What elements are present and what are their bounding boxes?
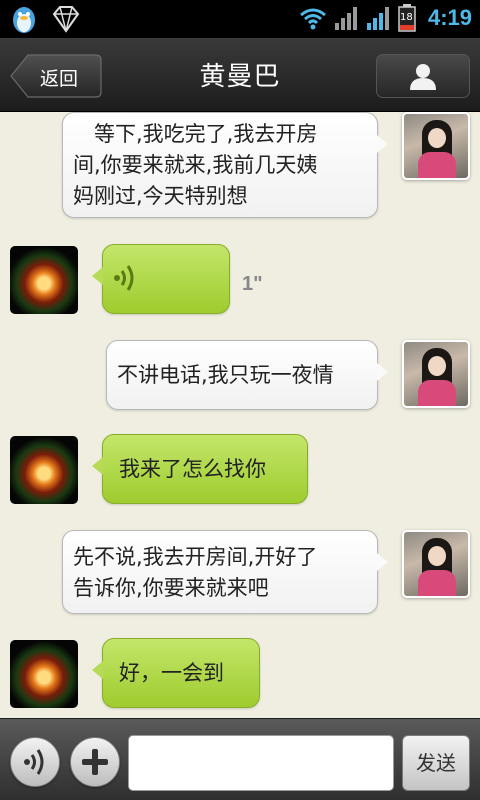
signal-icon (334, 7, 357, 30)
send-button[interactable]: 发送 (402, 735, 470, 791)
wifi-icon (299, 8, 326, 30)
message-bubble[interactable]: 等下,我吃完了,我去开房 间,你要来就来,我前几天姨 妈刚过,今天特别想 (62, 112, 388, 218)
qq-penguin-icon (13, 7, 35, 33)
voice-wave-icon (114, 265, 134, 291)
message-bubble[interactable]: 我来了怎么找你 (92, 434, 308, 504)
message-bubble[interactable]: 好，一会到 (92, 638, 260, 708)
contact-avatar[interactable] (402, 340, 470, 408)
status-bar: 18 4:19 (0, 0, 480, 38)
message-text-line: 妈刚过,今天特别想 (73, 184, 248, 208)
battery-level: 18 (399, 12, 413, 23)
title-bar: 返回 黄曼巴 (0, 38, 480, 112)
diamond-icon (52, 6, 80, 33)
message-text-line: 间,你要来就来,我前几天姨 (73, 153, 318, 177)
voice-wave-icon (24, 749, 44, 775)
battery-icon: 18 (398, 4, 416, 32)
contact-avatar[interactable] (402, 530, 470, 598)
self-avatar[interactable] (10, 640, 78, 708)
message-bubble[interactable]: 先不说,我去开房间,开好了 告诉你,你要来就来吧 (62, 530, 388, 614)
plus-icon (82, 749, 108, 775)
message-input[interactable] (128, 735, 394, 791)
profile-button[interactable] (376, 54, 470, 98)
message-text-line: 等下,我吃完了,我去开房 (73, 122, 318, 146)
chat-area[interactable]: 等下,我吃完了,我去开房 间,你要来就来,我前几天姨 妈刚过,今天特别想 1" … (0, 112, 480, 718)
voice-message-bubble[interactable] (92, 244, 230, 314)
bubble-tail (377, 553, 388, 571)
input-bar: 发送 (0, 718, 480, 800)
message-text-line: 我来了怎么找你 (119, 457, 266, 481)
signal-icon (366, 7, 389, 30)
bubble-tail (92, 267, 103, 285)
voice-duration: 1" (242, 273, 263, 295)
voice-input-button[interactable] (10, 737, 60, 787)
contact-avatar[interactable] (402, 112, 470, 180)
message-text-line: 不讲电话,我只玩一夜情 (117, 363, 334, 387)
self-avatar[interactable] (10, 436, 78, 504)
bubble-tail (377, 363, 388, 381)
bubble-tail (377, 135, 388, 153)
self-avatar[interactable] (10, 246, 78, 314)
message-text-line: 告诉你,你要来就来吧 (73, 576, 269, 600)
bubble-tail (92, 661, 103, 679)
status-clock: 4:19 (427, 5, 472, 30)
message-text-line: 好，一会到 (119, 661, 224, 685)
message-text-line: 先不说,我去开房间,开好了 (73, 545, 318, 569)
bubble-tail (92, 457, 103, 475)
attach-plus-button[interactable] (70, 737, 120, 787)
message-bubble[interactable]: 不讲电话,我只玩一夜情 (106, 340, 388, 410)
person-icon (410, 64, 436, 90)
